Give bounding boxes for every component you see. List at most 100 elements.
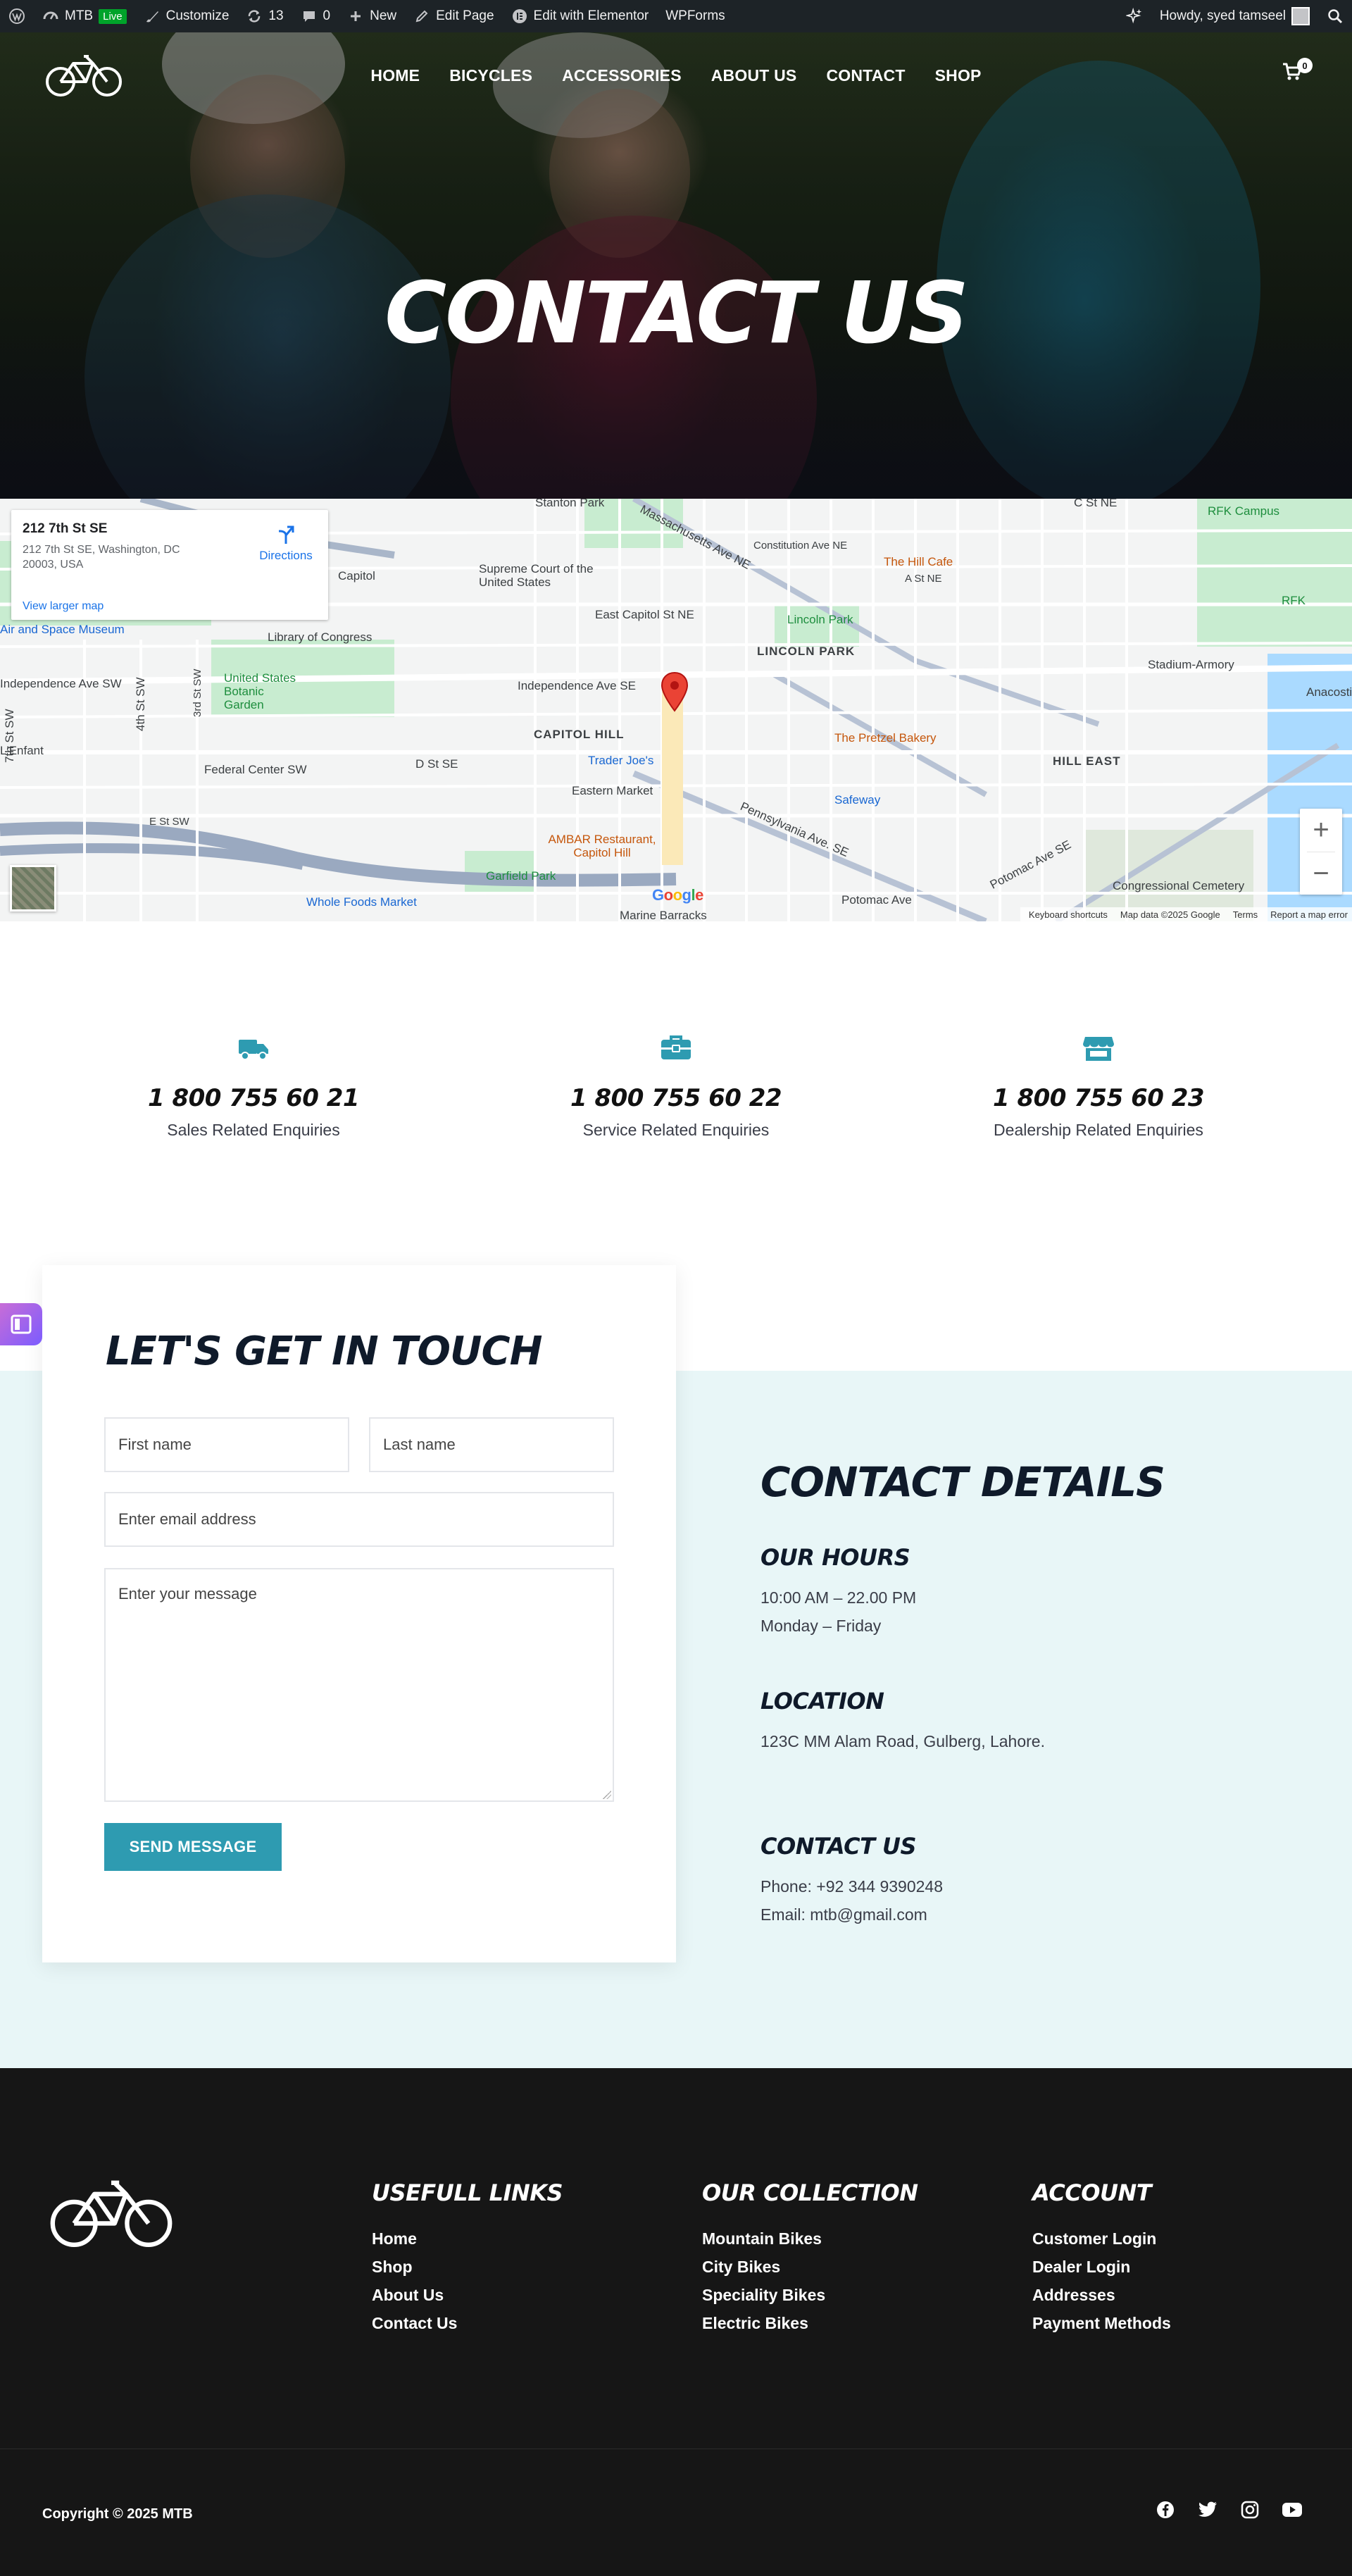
send-message-button[interactable]: SEND MESSAGE [104, 1823, 282, 1871]
site-name: MTB [65, 8, 94, 23]
zoom-in-button[interactable]: + [1300, 809, 1342, 852]
customize-label: Customize [165, 8, 230, 23]
nav-about-us[interactable]: ABOUT US [696, 66, 812, 85]
google-logo: Google [652, 886, 703, 904]
nav-shop[interactable]: SHOP [920, 66, 996, 85]
nav-contact[interactable]: CONTACT [811, 66, 920, 85]
location-address: 123C MM Alam Road, Gulberg, Lahore. [760, 1732, 1045, 1750]
map-label-capitol-hill: CAPITOL HILL [534, 728, 625, 741]
textarea-resize-handle[interactable] [603, 1791, 611, 1799]
hours-days: Monday – Friday [760, 1617, 882, 1635]
dealership-label: Dealership Related Enquiries [994, 1121, 1203, 1139]
admin-search-button[interactable] [1318, 0, 1352, 32]
edit-page-button[interactable]: Edit Page [405, 0, 502, 32]
contact-email[interactable]: Email: mtb@gmail.com [760, 1900, 1253, 1929]
contact-details-title: CONTACT DETAILS [760, 1458, 1165, 1506]
zoom-out-button[interactable]: − [1300, 852, 1342, 895]
sales-label: Sales Related Enquiries [167, 1121, 340, 1139]
map-label-federal-center-sw: Federal Center SW [204, 763, 307, 776]
account-title: ACCOUNT [1032, 2179, 1152, 2206]
my-account-menu[interactable]: Howdy, syed tamseel [1151, 0, 1318, 32]
wpforms-button[interactable]: WPForms [657, 0, 733, 32]
footer-link-dealer-login[interactable]: Dealer Login [1032, 2253, 1171, 2281]
sparkle-icon [1125, 7, 1143, 25]
map-label-c-st-ne: C St NE [1074, 499, 1118, 509]
avatar [1291, 7, 1310, 25]
map-label-whole-foods: Whole Foods Market [306, 895, 417, 909]
footer-link-about-us[interactable]: About Us [372, 2281, 563, 2309]
comments-button[interactable]: 0 [292, 0, 339, 32]
wpforms-label: WPForms [665, 8, 725, 23]
satellite-toggle-button[interactable] [10, 865, 56, 911]
nav-bicycles[interactable]: BICYCLES [434, 66, 547, 85]
map-label-lincoln-park: Lincoln Park [787, 613, 853, 626]
map-label-air-space-museum: Air and Space Museum [0, 623, 125, 636]
youtube-icon[interactable] [1282, 2499, 1303, 2520]
search-icon [1327, 8, 1344, 25]
wordpress-logo-button[interactable] [0, 0, 34, 32]
instagram-icon[interactable] [1239, 2499, 1260, 2520]
edit-with-elementor-button[interactable]: Edit with Elementor [503, 0, 658, 32]
footer-link-contact-us[interactable]: Contact Us [372, 2309, 563, 2337]
page-title: CONTACT US [384, 265, 969, 363]
footer-logo-bicycle-icon[interactable] [49, 2172, 173, 2254]
our-collection-title: OUR COLLECTION [702, 2179, 918, 2206]
view-larger-map-link[interactable]: View larger map [23, 600, 104, 613]
footer-link-speciality-bikes[interactable]: Speciality Bikes [702, 2281, 918, 2309]
map-label-independence-ave-sw: Independence Ave SW [0, 677, 122, 690]
message-textarea[interactable]: Enter your message [104, 1568, 614, 1802]
last-name-input[interactable]: Last name [369, 1417, 614, 1472]
map-label-a-st-ne: A St NE [905, 573, 942, 585]
footer-link-customer-login[interactable]: Customer Login [1032, 2225, 1171, 2253]
site-name-menu[interactable]: MTB Live [34, 0, 135, 32]
site-footer: USEFULL LINKS Home Shop About Us Contact… [0, 2068, 1352, 2576]
floating-sidebar-button[interactable] [0, 1303, 42, 1345]
social-links [1155, 2499, 1303, 2520]
map-label-trader-joes: Trader Joe's [588, 754, 654, 767]
google-map[interactable]: Stanton Park Massachusetts Ave NE Consti… [0, 499, 1352, 921]
nav-accessories[interactable]: ACCESSORIES [547, 66, 696, 85]
contact-phone[interactable]: Phone: +92 344 9390248 [760, 1872, 1253, 1900]
keyboard-shortcuts-link[interactable]: Keyboard shortcuts [1029, 909, 1108, 920]
map-label-d-st-se: D St SE [415, 757, 458, 771]
contact-details: CONTACT DETAILS OUR HOURS 10:00 AM – 22.… [760, 1458, 1253, 1929]
twitter-icon[interactable] [1197, 2499, 1218, 2520]
facebook-icon[interactable] [1155, 2499, 1176, 2520]
footer-link-shop[interactable]: Shop [372, 2253, 563, 2281]
footer-link-mountain-bikes[interactable]: Mountain Bikes [702, 2225, 918, 2253]
terms-link[interactable]: Terms [1233, 909, 1258, 920]
directions-button[interactable]: Directions [251, 524, 321, 563]
new-content-button[interactable]: New [339, 0, 405, 32]
ai-assistant-button[interactable] [1118, 0, 1151, 32]
service-phone[interactable]: 1 800 755 60 22 [535, 1084, 817, 1112]
report-map-error-link[interactable]: Report a map error [1270, 909, 1348, 920]
footer-link-home[interactable]: Home [372, 2225, 563, 2253]
footer-link-addresses[interactable]: Addresses [1032, 2281, 1171, 2309]
footer-link-payment-methods[interactable]: Payment Methods [1032, 2309, 1171, 2337]
edit-page-label: Edit Page [436, 8, 494, 23]
contact-form-card: LET'S GET IN TOUCH First name Last name … [42, 1265, 676, 1962]
map-marker-icon[interactable] [660, 671, 689, 712]
elementor-icon [511, 8, 528, 25]
map-data-text: Map data ©2025 Google [1120, 909, 1220, 920]
nav-home[interactable]: HOME [356, 66, 434, 85]
cart-button[interactable]: 0 [1282, 58, 1313, 90]
footer-link-electric-bikes[interactable]: Electric Bikes [702, 2309, 918, 2337]
first-name-input[interactable]: First name [104, 1417, 349, 1472]
customize-button[interactable]: Customize [135, 0, 238, 32]
form-title: LET'S GET IN TOUCH [106, 1329, 542, 1374]
map-label-east-capitol-st: East Capitol St NE [595, 608, 694, 621]
dealership-phone[interactable]: 1 800 755 60 23 [958, 1084, 1239, 1112]
sidebar-panel-icon [11, 1314, 32, 1334]
map-label-potomac-ave: Potomac Ave [841, 893, 912, 907]
hero-section: HOME BICYCLES ACCESSORIES ABOUT US CONTA… [0, 32, 1352, 499]
map-label-hill-east: HILL EAST [1053, 754, 1121, 768]
comments-count: 0 [323, 8, 331, 23]
new-label: New [370, 8, 397, 23]
sales-phone[interactable]: 1 800 755 60 21 [113, 1084, 394, 1112]
footer-link-city-bikes[interactable]: City Bikes [702, 2253, 918, 2281]
footer-account: ACCOUNT Customer Login Dealer Login Addr… [1032, 2179, 1171, 2337]
map-label-hill-cafe: The Hill Cafe [884, 555, 953, 568]
updates-button[interactable]: 13 [237, 0, 292, 32]
email-input[interactable]: Enter email address [104, 1492, 614, 1547]
